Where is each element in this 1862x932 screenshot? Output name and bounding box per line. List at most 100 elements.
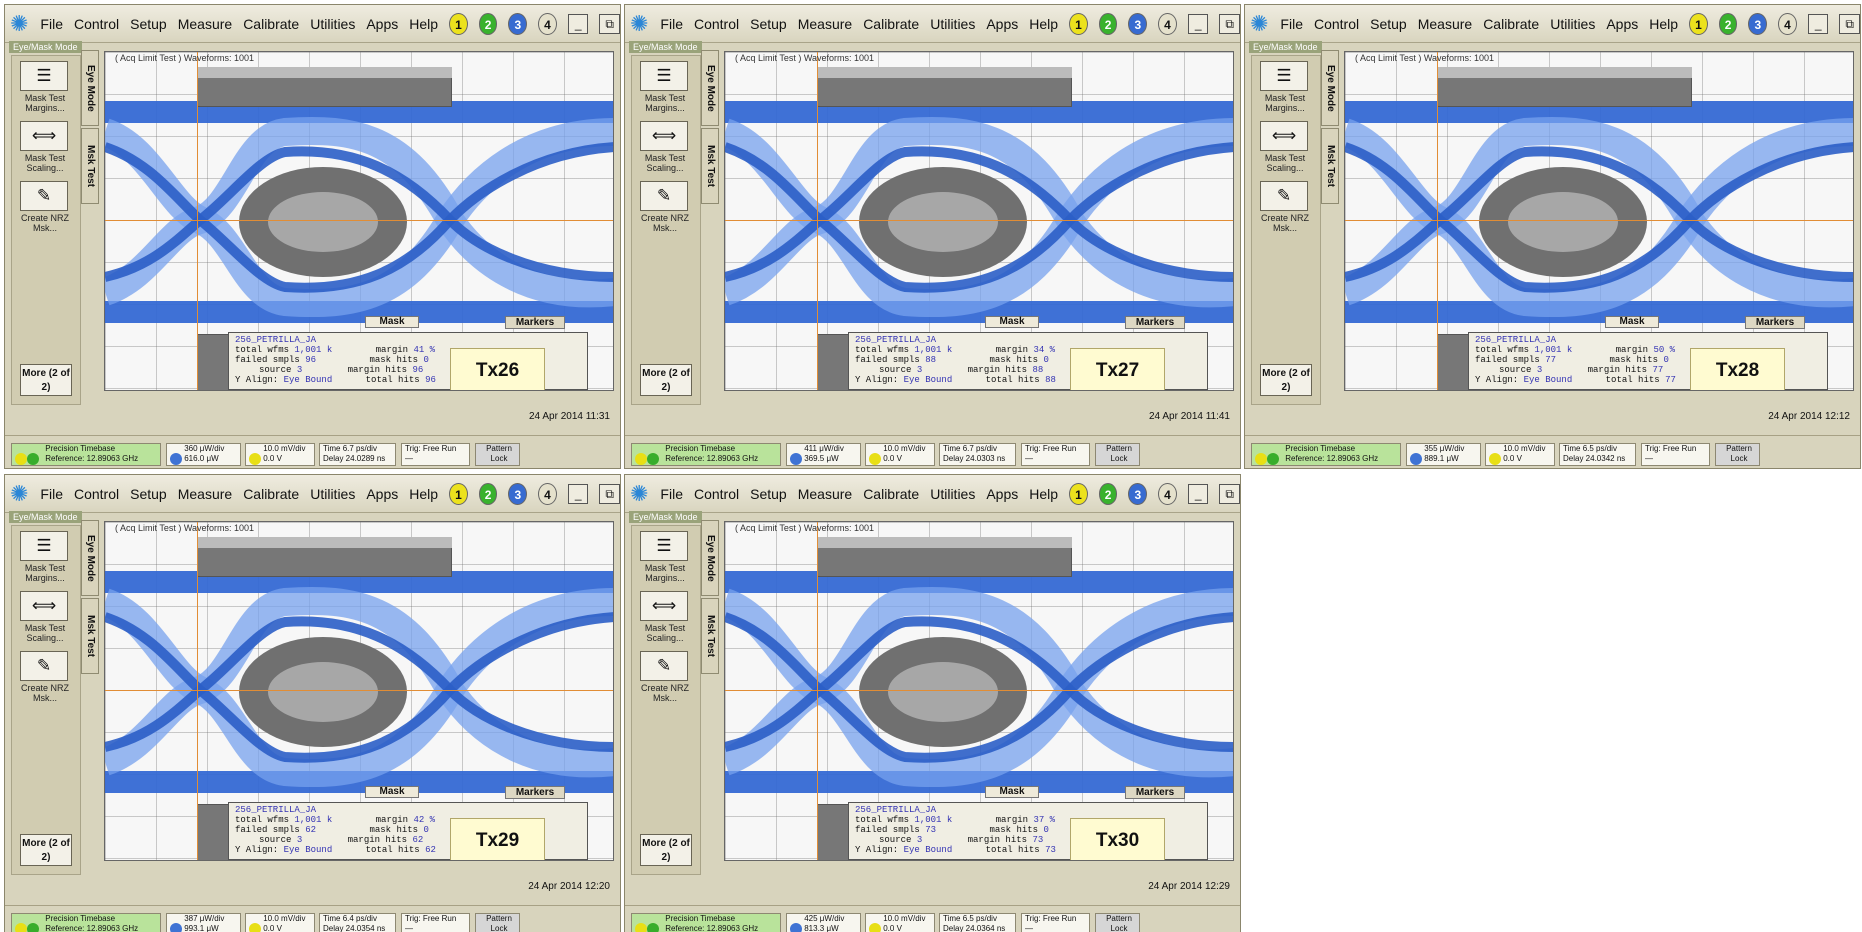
voltage-scale-status[interactable]: 10.0 mV/div 0.0 V: [865, 443, 935, 466]
channel-4-button[interactable]: 4: [538, 12, 557, 35]
channel-3-button[interactable]: 3: [1128, 482, 1148, 505]
menu-calibrate[interactable]: Calibrate: [863, 16, 919, 32]
menu-file[interactable]: File: [40, 486, 63, 502]
channel-1-button[interactable]: 1: [1069, 12, 1088, 35]
channel-2-button[interactable]: 2: [1098, 12, 1118, 35]
menu-calibrate[interactable]: Calibrate: [863, 486, 919, 502]
mask-test-margins-button[interactable]: ☰: [1260, 61, 1308, 91]
channel-scale-status[interactable]: 387 μW/div 993.1 μW: [166, 913, 241, 932]
menu-utilities[interactable]: Utilities: [930, 16, 975, 32]
timebase-status[interactable]: Precision Timebase Reference: 12.89063 GH…: [631, 913, 781, 932]
menu-help[interactable]: Help: [409, 16, 438, 32]
more-button[interactable]: More (2 of 2): [640, 364, 692, 396]
menu-setup[interactable]: Setup: [130, 486, 167, 502]
mask-test-scaling-button[interactable]: ⟺: [1260, 121, 1308, 151]
time-scale-status[interactable]: Time 6.7 ps/div Delay 24.0303 ns: [939, 443, 1016, 466]
trigger-status[interactable]: Trig: Free Run —: [401, 913, 470, 932]
menu-calibrate[interactable]: Calibrate: [1483, 16, 1539, 32]
menu-setup[interactable]: Setup: [750, 486, 787, 502]
time-scale-status[interactable]: Time 6.7 ps/div Delay 24.0289 ns: [319, 443, 396, 466]
menu-apps[interactable]: Apps: [1606, 16, 1638, 32]
more-button[interactable]: More (2 of 2): [640, 834, 692, 866]
pattern-lock-button[interactable]: Pattern Lock: [475, 443, 520, 466]
minimize-button[interactable]: _: [567, 483, 589, 504]
tab-eye-mode[interactable]: Eye Mode: [701, 520, 719, 596]
create-nrz-mask-button[interactable]: ✎: [20, 181, 68, 211]
mask-test-scaling-button[interactable]: ⟺: [640, 591, 688, 621]
minimize-button[interactable]: _: [567, 13, 589, 34]
menu-measure[interactable]: Measure: [798, 486, 852, 502]
channel-3-button[interactable]: 3: [508, 12, 528, 35]
mask-test-scaling-button[interactable]: ⟺: [20, 121, 68, 151]
time-scale-status[interactable]: Time 6.5 ps/div Delay 24.0364 ns: [939, 913, 1016, 932]
mask-test-scaling-button[interactable]: ⟺: [640, 121, 688, 151]
more-button[interactable]: More (2 of 2): [20, 834, 72, 866]
minimize-button[interactable]: _: [1807, 13, 1829, 34]
channel-1-button[interactable]: 1: [1689, 12, 1708, 35]
channel-scale-status[interactable]: 355 μW/div 889.1 μW: [1406, 443, 1481, 466]
tab-eye-mode[interactable]: Eye Mode: [1321, 50, 1339, 126]
tab-mask-test[interactable]: Msk Test: [81, 128, 99, 204]
channel-2-button[interactable]: 2: [478, 12, 498, 35]
menu-apps[interactable]: Apps: [986, 16, 1018, 32]
tab-mask-test[interactable]: Msk Test: [81, 598, 99, 674]
menu-utilities[interactable]: Utilities: [310, 486, 355, 502]
restore-button[interactable]: ⧉: [1219, 483, 1240, 504]
timebase-status[interactable]: Precision Timebase Reference: 12.89063 GH…: [631, 443, 781, 466]
menu-setup[interactable]: Setup: [130, 16, 167, 32]
mask-test-margins-button[interactable]: ☰: [20, 61, 68, 91]
menu-utilities[interactable]: Utilities: [930, 486, 975, 502]
more-button[interactable]: More (2 of 2): [1260, 364, 1312, 396]
channel-2-button[interactable]: 2: [478, 482, 498, 505]
mask-results-toggle[interactable]: Mask: [985, 786, 1039, 798]
voltage-scale-status[interactable]: 10.0 mV/div 0.0 V: [245, 443, 315, 466]
mask-results-toggle[interactable]: Mask: [985, 316, 1039, 328]
more-button[interactable]: More (2 of 2): [20, 364, 72, 396]
restore-button[interactable]: ⧉: [599, 13, 620, 34]
restore-button[interactable]: ⧉: [599, 483, 620, 504]
voltage-scale-status[interactable]: 10.0 mV/div 0.0 V: [865, 913, 935, 932]
tab-mask-test[interactable]: Msk Test: [701, 128, 719, 204]
menu-measure[interactable]: Measure: [798, 16, 852, 32]
channel-scale-status[interactable]: 425 μW/div 813.3 μW: [786, 913, 861, 932]
tab-eye-mode[interactable]: Eye Mode: [81, 520, 99, 596]
channel-1-button[interactable]: 1: [1069, 482, 1088, 505]
markers-tab[interactable]: Markers: [1125, 316, 1185, 329]
menu-help[interactable]: Help: [1649, 16, 1678, 32]
time-scale-status[interactable]: Time 6.5 ps/div Delay 24.0342 ns: [1559, 443, 1636, 466]
channel-4-button[interactable]: 4: [1158, 12, 1177, 35]
channel-scale-status[interactable]: 360 μW/div 616.0 μW: [166, 443, 241, 466]
menu-calibrate[interactable]: Calibrate: [243, 486, 299, 502]
channel-3-button[interactable]: 3: [508, 482, 528, 505]
menu-file[interactable]: File: [660, 486, 683, 502]
menu-control[interactable]: Control: [694, 486, 739, 502]
mask-results-toggle[interactable]: Mask: [1605, 316, 1659, 328]
menu-control[interactable]: Control: [694, 16, 739, 32]
restore-button[interactable]: ⧉: [1839, 13, 1860, 34]
minimize-button[interactable]: _: [1187, 13, 1209, 34]
restore-button[interactable]: ⧉: [1219, 13, 1240, 34]
markers-tab[interactable]: Markers: [1745, 316, 1805, 329]
voltage-scale-status[interactable]: 10.0 mV/div 0.0 V: [245, 913, 315, 932]
mask-results-toggle[interactable]: Mask: [365, 786, 419, 798]
create-nrz-mask-button[interactable]: ✎: [1260, 181, 1308, 211]
markers-tab[interactable]: Markers: [1125, 786, 1185, 799]
markers-tab[interactable]: Markers: [505, 786, 565, 799]
timebase-status[interactable]: Precision Timebase Reference: 12.89063 GH…: [11, 443, 161, 466]
menu-measure[interactable]: Measure: [178, 16, 232, 32]
mask-test-margins-button[interactable]: ☰: [640, 531, 688, 561]
channel-1-button[interactable]: 1: [449, 12, 468, 35]
channel-3-button[interactable]: 3: [1128, 12, 1148, 35]
menu-file[interactable]: File: [660, 16, 683, 32]
mask-test-scaling-button[interactable]: ⟺: [20, 591, 68, 621]
menu-measure[interactable]: Measure: [178, 486, 232, 502]
channel-4-button[interactable]: 4: [1778, 12, 1797, 35]
mask-test-margins-button[interactable]: ☰: [20, 531, 68, 561]
trigger-status[interactable]: Trig: Free Run —: [1021, 443, 1090, 466]
channel-scale-status[interactable]: 411 μW/div 369.5 μW: [786, 443, 861, 466]
menu-control[interactable]: Control: [1314, 16, 1359, 32]
create-nrz-mask-button[interactable]: ✎: [20, 651, 68, 681]
menu-measure[interactable]: Measure: [1418, 16, 1472, 32]
trigger-status[interactable]: Trig: Free Run —: [1641, 443, 1710, 466]
channel-2-button[interactable]: 2: [1718, 12, 1738, 35]
